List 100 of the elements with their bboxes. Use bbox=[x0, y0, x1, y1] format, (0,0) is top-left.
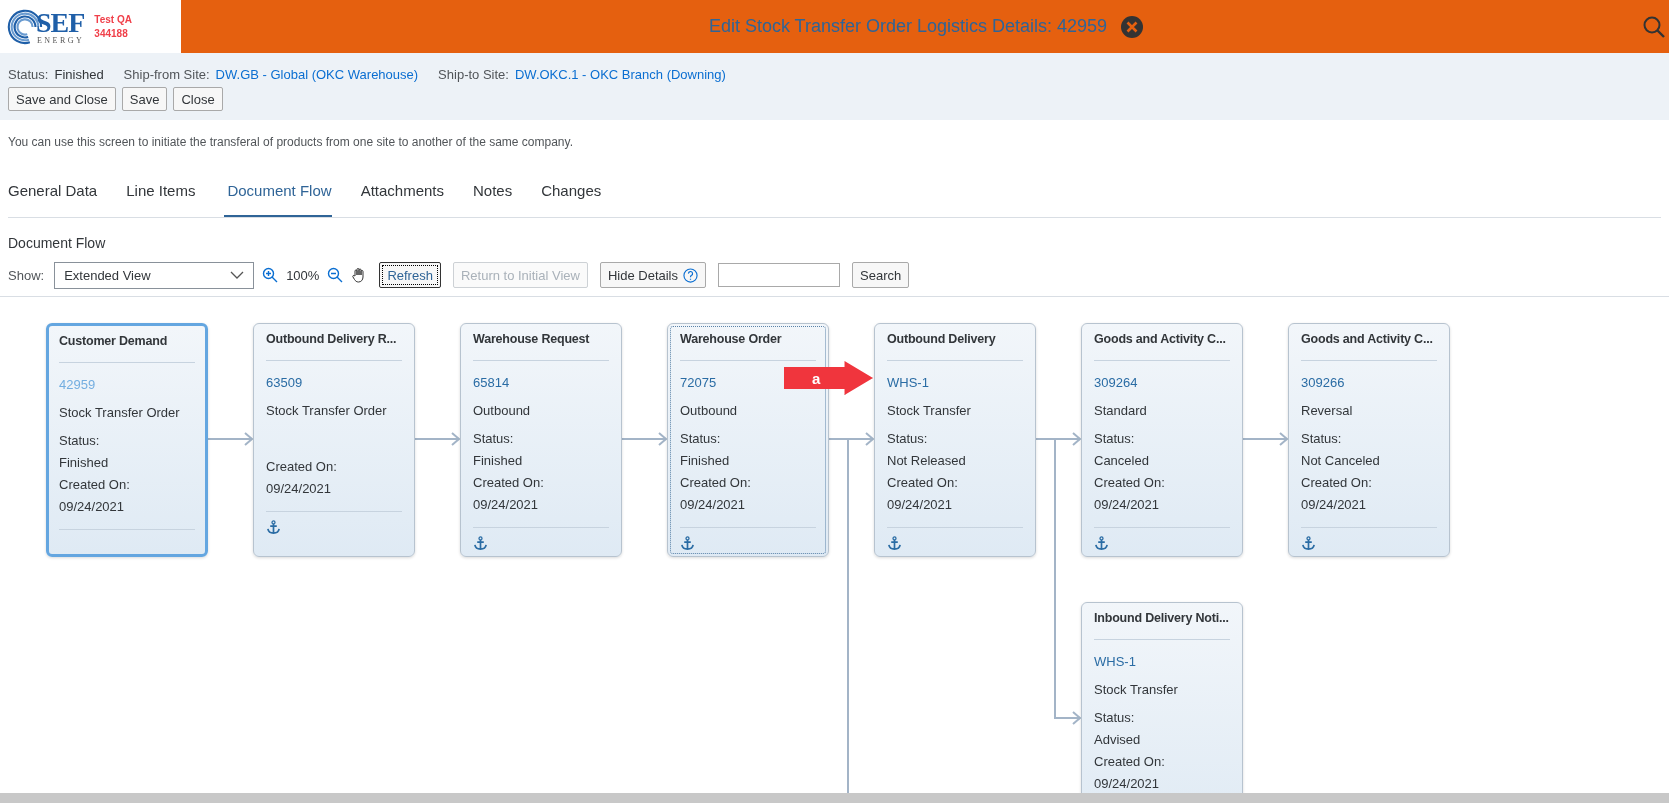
status-value: Finished bbox=[680, 452, 730, 470]
document-link[interactable]: WHS-1 bbox=[887, 372, 929, 394]
site-link[interactable]: DW.OKC.1 - OKC Branch (Downing) bbox=[514, 66, 726, 82]
flow-card[interactable]: Goods and Activity C... 309266 Reversal Status: Not Canceled Created On: 09/24/2021 bbox=[1288, 323, 1450, 557]
field-label: Show: bbox=[8, 267, 45, 283]
anchor-icon[interactable] bbox=[1094, 536, 1109, 551]
document-link[interactable]: 309266 bbox=[1301, 372, 1345, 394]
flow-card[interactable]: Goods and Activity C... 309264 Standard Status: Canceled Created On: 09/24/2021 bbox=[1081, 323, 1243, 557]
date-value: 09/24/2021 bbox=[1094, 775, 1160, 793]
status-value: Advised bbox=[1094, 731, 1141, 749]
field-label: Status: bbox=[1094, 430, 1135, 448]
anchor-icon[interactable] bbox=[473, 536, 488, 551]
status-value: Not Released bbox=[887, 452, 966, 470]
field-label: Status: bbox=[1301, 430, 1342, 448]
document-type: Standard bbox=[1094, 402, 1147, 420]
card-title: Goods and Activity C... bbox=[1094, 331, 1227, 348]
field-label: Created On: bbox=[473, 474, 544, 492]
site-link[interactable]: DW.GB - Global (OKC Warehouse) bbox=[215, 66, 419, 82]
close-icon[interactable] bbox=[1121, 15, 1144, 38]
field-label: Created On: bbox=[1301, 474, 1372, 492]
card-title: Customer Demand bbox=[59, 333, 169, 350]
date-value: 09/24/2021 bbox=[1094, 496, 1160, 514]
zoom-out-icon[interactable] bbox=[327, 267, 344, 283]
caret-icon bbox=[230, 271, 245, 279]
status-value: Finished bbox=[59, 454, 109, 472]
document-link[interactable]: 72075 bbox=[680, 372, 717, 394]
tab[interactable]: Line Items bbox=[126, 165, 212, 217]
search-button[interactable]: Search bbox=[852, 262, 910, 288]
date-value: 09/24/2021 bbox=[1301, 496, 1367, 514]
description-text: You can use this screen to initiate the transferal of products from one site to another of the same company. bbox=[8, 135, 573, 149]
page-title: Edit Stock Transfer Order Logistics Details: 42959 bbox=[708, 16, 1108, 37]
anchor-icon[interactable] bbox=[887, 536, 902, 551]
search-field[interactable] bbox=[718, 263, 840, 287]
date-value: 09/24/2021 bbox=[887, 496, 953, 514]
field-label: Status: bbox=[59, 432, 100, 450]
action-button[interactable]: Close bbox=[173, 87, 223, 111]
field-label: Created On: bbox=[887, 474, 958, 492]
anchor-icon[interactable] bbox=[266, 520, 281, 535]
flow-card[interactable]: Inbound Delivery Noti... WHS-1 Stock Transfer Status: Advised Created On: 09/24/2021 bbox=[1081, 602, 1243, 793]
card-title: Warehouse Request bbox=[473, 331, 591, 348]
field-label: Created On: bbox=[1094, 474, 1165, 492]
date-value: 09/24/2021 bbox=[59, 498, 125, 516]
action-button[interactable]: Save bbox=[121, 87, 168, 111]
environment-label: 344188 bbox=[94, 28, 129, 39]
flow-card[interactable]: Outbound Delivery R... 63509 Stock Transfer Order Created On: 09/24/2021 bbox=[253, 323, 415, 557]
flow-card[interactable]: Outbound Delivery WHS-1 Stock Transfer Status: Not Released Created On: 09/24/2021 bbox=[874, 323, 1036, 557]
zoom-level: 100% bbox=[286, 267, 320, 283]
company-logo: SEF ENERGY bbox=[6, 7, 85, 46]
flow-card[interactable]: Customer Demand 42959 Stock Transfer Order Status: Finished Created On: 09/24/2021 bbox=[46, 323, 208, 557]
card-title: Outbound Delivery bbox=[887, 331, 997, 348]
document-type: Stock Transfer bbox=[887, 402, 971, 420]
tab[interactable]: Document Flow bbox=[224, 165, 332, 217]
field-label: Ship-from Site: bbox=[123, 66, 210, 82]
document-link[interactable]: 65814 bbox=[473, 372, 510, 394]
view-dropdown[interactable]: Extended View bbox=[54, 261, 255, 289]
field-label: Created On: bbox=[266, 458, 337, 476]
document-type: Outbound bbox=[680, 402, 738, 420]
tab[interactable]: Notes bbox=[473, 165, 529, 217]
action-button[interactable]: Save and Close bbox=[8, 87, 116, 111]
date-value: 09/24/2021 bbox=[680, 496, 746, 514]
field-label: Created On: bbox=[59, 476, 130, 494]
document-link[interactable]: 63509 bbox=[266, 372, 303, 394]
search-icon[interactable] bbox=[1643, 15, 1665, 38]
status-value: Canceled bbox=[1094, 452, 1149, 470]
connector-arrow bbox=[414, 432, 461, 446]
section-title: Document Flow bbox=[8, 235, 106, 251]
document-link[interactable]: WHS-1 bbox=[1094, 651, 1136, 673]
document-type: Reversal bbox=[1301, 402, 1353, 420]
status-value: Not Canceled bbox=[1301, 452, 1380, 470]
card-title: Inbound Delivery Noti... bbox=[1094, 610, 1230, 627]
document-type: Outbound bbox=[473, 402, 531, 420]
field-label: Created On: bbox=[1094, 753, 1165, 771]
flow-card[interactable]: Warehouse Request 65814 Outbound Status: Finished Created On: 09/24/2021 bbox=[460, 323, 622, 557]
environment-label: Test QA bbox=[94, 14, 132, 25]
connector-arrow bbox=[207, 432, 254, 446]
anchor-icon[interactable] bbox=[1301, 536, 1316, 551]
card-title: Goods and Activity C... bbox=[1301, 331, 1434, 348]
toolbar-button[interactable]: Hide Details bbox=[599, 262, 706, 288]
document-link[interactable]: 309264 bbox=[1094, 372, 1138, 394]
field-label: Status: bbox=[680, 430, 721, 448]
field-label: Ship-to Site: bbox=[438, 66, 509, 82]
date-value: 09/24/2021 bbox=[266, 480, 332, 498]
tab[interactable]: Changes bbox=[541, 165, 618, 217]
status-value: Finished bbox=[473, 452, 523, 470]
document-type: Stock Transfer Order bbox=[59, 404, 180, 422]
card-title: Outbound Delivery R... bbox=[266, 331, 398, 348]
field-label: Status: bbox=[1094, 709, 1135, 727]
field-value: Finished bbox=[54, 66, 104, 82]
field-label: Status: bbox=[473, 430, 514, 448]
card-title: Warehouse Order bbox=[680, 331, 783, 348]
document-link: 42959 bbox=[59, 376, 96, 394]
toolbar-button[interactable]: Refresh bbox=[379, 262, 441, 288]
tab[interactable]: General Data bbox=[8, 165, 114, 217]
zoom-in-icon[interactable] bbox=[262, 267, 279, 283]
document-type: Stock Transfer Order bbox=[266, 402, 387, 420]
field-label: Status: bbox=[887, 430, 928, 448]
anchor-icon[interactable] bbox=[680, 536, 695, 551]
scrollbar[interactable] bbox=[0, 793, 1669, 803]
tab[interactable]: Attachments bbox=[360, 165, 460, 217]
connector-arrow bbox=[621, 432, 668, 446]
